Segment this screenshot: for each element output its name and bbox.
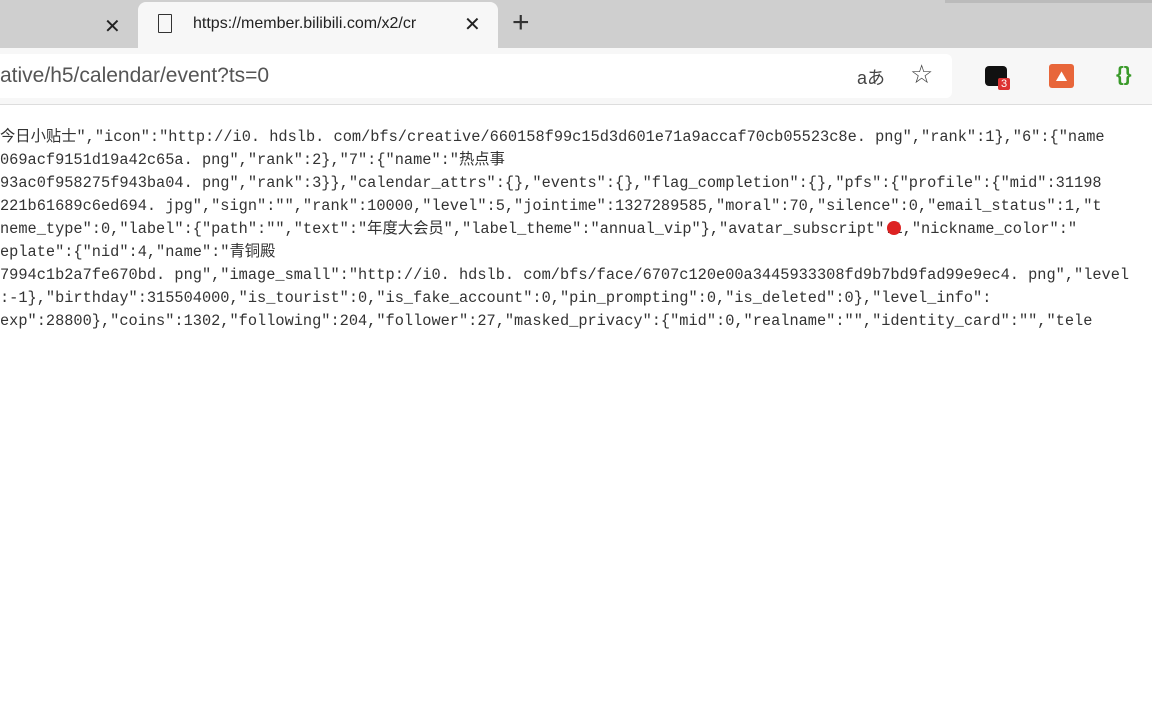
tab-title: https://member.bilibili.com/x2/cr bbox=[193, 15, 417, 32]
mouse-cursor-indicator bbox=[887, 221, 901, 235]
tab-bar: ✕ https://member.bilibili.com/x2/cr ✕ + bbox=[0, 0, 1152, 48]
json-line: eplate":{"nid":4,"name":"青铜殿 bbox=[0, 243, 276, 261]
document-icon bbox=[158, 14, 172, 33]
new-tab-button[interactable]: + bbox=[512, 6, 530, 40]
translate-icon[interactable]: aあ bbox=[857, 64, 885, 90]
json-line: neme_type":0,"label":{"path":"","text":"… bbox=[0, 220, 1078, 238]
json-line: 93ac0f958275f943ba04. png","rank":3}},"c… bbox=[0, 174, 1102, 192]
image-extension-icon[interactable]: ⛰ bbox=[1049, 64, 1074, 88]
extension-icon[interactable]: 3 bbox=[985, 66, 1011, 90]
json-line: 7994c1b2a7fe670bd. png","image_small":"h… bbox=[0, 266, 1130, 284]
add-favorite-icon[interactable]: ☆ bbox=[910, 59, 933, 90]
toolbar: ative/h5/calendar/event?ts=0 aあ ☆ bbox=[0, 48, 1152, 105]
tab-active[interactable]: https://member.bilibili.com/x2/cr ✕ bbox=[138, 2, 498, 48]
json-line: 今日小贴士","icon":"http://i0. hdslb. com/bfs… bbox=[0, 128, 1105, 146]
json-line: 069acf9151d19a42c65a. png","rank":2},"7"… bbox=[0, 151, 505, 169]
json-content: 今日小贴士","icon":"http://i0. hdslb. com/bfs… bbox=[0, 126, 1152, 333]
close-tab-icon[interactable]: ✕ bbox=[104, 14, 121, 39]
address-bar[interactable]: ative/h5/calendar/event?ts=0 aあ ☆ bbox=[0, 54, 952, 98]
tab-previous[interactable]: ✕ bbox=[0, 4, 136, 48]
extension-badge: 3 bbox=[998, 78, 1011, 90]
window-edge bbox=[945, 0, 1152, 3]
json-extension-icon[interactable]: {} bbox=[1116, 64, 1138, 90]
address-url[interactable]: ative/h5/calendar/event?ts=0 bbox=[0, 64, 269, 88]
json-line: :-1},"birthday":315504000,"is_tourist":0… bbox=[0, 289, 992, 307]
close-tab-icon[interactable]: ✕ bbox=[464, 12, 481, 37]
json-line: exp":28800},"coins":1302,"following":204… bbox=[0, 312, 1093, 330]
json-line: 221b61689c6ed694. jpg","sign":"","rank":… bbox=[0, 197, 1102, 215]
